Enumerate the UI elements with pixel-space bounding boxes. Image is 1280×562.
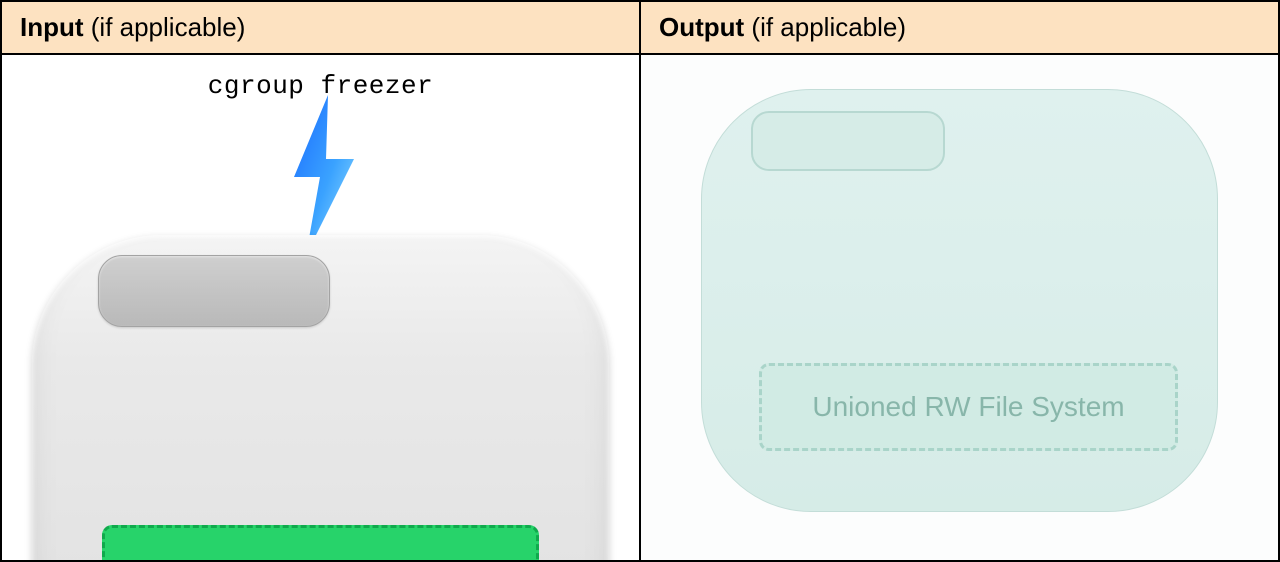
input-header: Input (if applicable) [2,2,639,55]
output-canvas: Unioned RW File System [641,55,1278,560]
output-container-slot [751,111,945,171]
output-filesystem-box: Unioned RW File System [759,363,1178,451]
input-header-rest: (if applicable) [84,12,246,42]
output-column: Output (if applicable) Unioned RW File S… [641,2,1278,560]
output-panel: Unioned RW File System [641,55,1278,560]
io-table: Input (if applicable) cgroup freezer Uni… [0,0,1280,562]
input-filesystem-box: Unioned RW File System [102,525,539,560]
input-filesystem-label: Unioned RW File System [153,556,488,560]
output-header: Output (if applicable) [641,2,1278,55]
output-header-rest: (if applicable) [744,12,906,42]
output-header-bold: Output [659,12,744,42]
input-panel: cgroup freezer Unioned RW File System [2,55,639,560]
input-column: Input (if applicable) cgroup freezer Uni… [2,2,641,560]
lightning-icon [276,95,366,255]
input-container-slot [98,255,330,327]
output-filesystem-label: Unioned RW File System [812,391,1124,423]
input-header-bold: Input [20,12,84,42]
